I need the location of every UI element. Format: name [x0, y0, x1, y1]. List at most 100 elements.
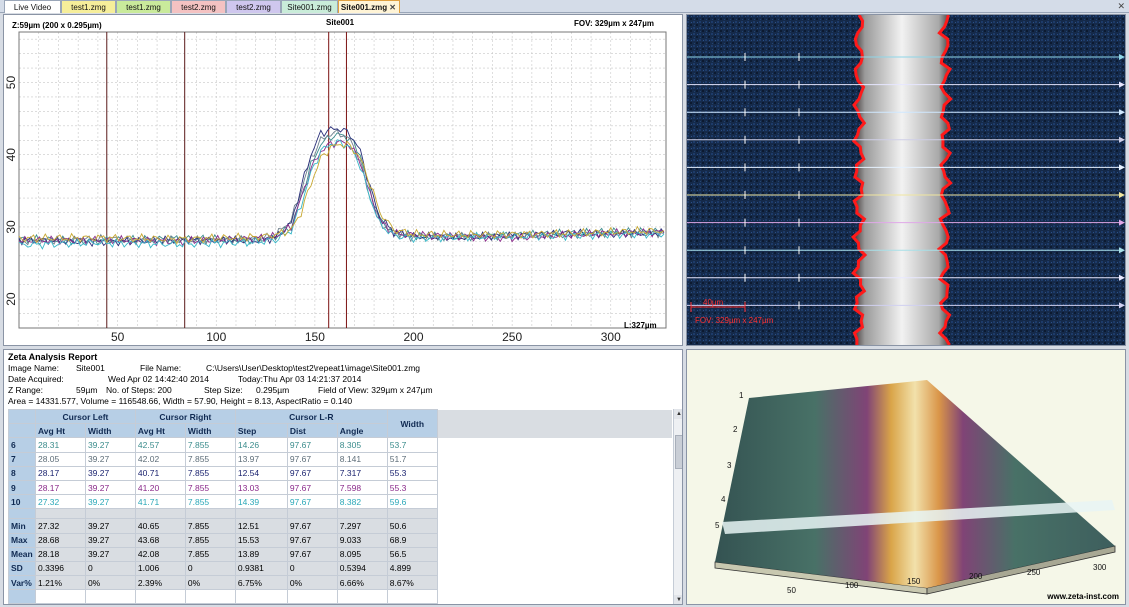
stats-row[interactable]: Var% 1.21% 0% 2.39% 0% 6.75% 0% 6.66% 8.67%	[8, 575, 673, 591]
tab-5[interactable]: Site001.zmg	[281, 0, 338, 13]
table-cell: 0%	[184, 575, 236, 591]
table-row[interactable]	[8, 508, 673, 520]
table-cell: 7.855	[184, 451, 236, 467]
table-cell: 8.67%	[386, 575, 438, 591]
image-name-label: Image Name:	[8, 363, 60, 373]
row-header	[8, 589, 36, 604]
table-cell: 56.5	[386, 546, 438, 562]
x-tick-label: 150	[305, 330, 325, 344]
table-cell: 27.32	[34, 494, 86, 510]
table-cell: 97.67	[286, 451, 338, 467]
tab-2[interactable]: test1.zmg	[116, 0, 171, 13]
table-row[interactable]: 7 28.05 39.27 42.02 7.855 13.97 97.67 8.141 51.7	[8, 451, 673, 467]
table-cell: 97.67	[286, 518, 338, 534]
table-cell: 9.033	[336, 532, 388, 548]
table-row[interactable]: 6 28.31 39.27 42.57 7.855 14.26 97.67 8.305 53.7	[8, 437, 673, 453]
table-cell: 12.54	[234, 465, 288, 481]
profile-chart[interactable]: 50 100 150 200 250 300 20 30 40 50	[4, 15, 683, 346]
stats-row[interactable]: Min 27.32 39.27 40.65 7.855 12.51 97.67 7.297 50…	[8, 518, 673, 534]
table-cell: 0.9381	[234, 560, 288, 577]
table-cell: 53.7	[386, 437, 438, 453]
profile-length: L:327µm	[624, 321, 657, 330]
table-row[interactable]	[8, 603, 673, 604]
stats-row[interactable]: Max 28.68 39.27 43.68 7.855 15.53 97.67 9.033 68…	[8, 532, 673, 548]
table-cell: 15.53	[234, 532, 288, 548]
table-cell: 7.855	[184, 532, 236, 548]
analysis-report-panel: Zeta Analysis Report Image Name: Site001…	[3, 349, 683, 605]
table-cell: 0.3396	[34, 560, 86, 577]
group-cursor-left: Cursor Left	[34, 409, 136, 425]
tab-0[interactable]: Live Video	[4, 0, 61, 13]
scroll-up-icon[interactable]: ▲	[674, 409, 682, 419]
table-cell: 7.855	[184, 518, 236, 534]
table-cell	[286, 603, 338, 604]
row-header: Mean	[8, 546, 36, 562]
table-row[interactable]: 10 27.32 39.27 41.71 7.855 14.39 97.67 8.382 59.…	[8, 494, 673, 510]
table-cell	[84, 508, 136, 520]
surface-image[interactable]	[687, 15, 1126, 346]
tab-1[interactable]: test1.zmg	[61, 0, 116, 13]
report-header: Zeta Analysis Report Image Name: Site001…	[8, 352, 668, 407]
table-cell: 59.6	[386, 494, 438, 510]
tab-close-icon[interactable]: ✕	[389, 1, 396, 13]
table-cell: 42.57	[134, 437, 186, 453]
scroll-down-icon[interactable]: ▼	[674, 595, 682, 604]
scrollbar-thumb[interactable]	[675, 435, 682, 469]
table-cell	[386, 589, 438, 604]
row-header: Var%	[8, 575, 36, 591]
table-cell	[134, 603, 186, 604]
tab-3[interactable]: test2.zmg	[171, 0, 226, 13]
table-cell: 7.317	[336, 465, 388, 481]
header-corner	[8, 409, 36, 425]
table-row[interactable]: 8 28.17 39.27 40.71 7.855 12.54 97.67 7.317 55.3	[8, 465, 673, 481]
row-header	[8, 508, 36, 520]
table-cell: 55.3	[386, 479, 438, 496]
table-cell: 0%	[286, 575, 338, 591]
tab-label: test2.zmg	[181, 3, 216, 12]
profile-series-6	[18, 140, 665, 245]
table-cell	[34, 603, 86, 604]
table-cell: 7.855	[184, 465, 236, 481]
profile-series-4	[18, 139, 665, 247]
table-cell: 28.05	[34, 451, 86, 467]
col-right-width: Width	[184, 423, 236, 439]
3d-surface-render[interactable]: 50 100 150 200 250 300 5 4 3 2 1	[687, 350, 1126, 605]
tab-6[interactable]: Site001.zmg ✕	[338, 0, 400, 13]
3d-x-tick-label: 100	[845, 581, 859, 590]
table-cell: 97.67	[286, 479, 338, 496]
row-header: SD	[8, 560, 36, 577]
image-view-panel[interactable]: 40µm FOV: 329µm x 247µm	[686, 14, 1126, 346]
stats-row[interactable]: SD 0.3396 0 1.006 0 0.9381 0 0.5394 4.899	[8, 560, 673, 577]
table-cell	[386, 508, 438, 520]
table-row[interactable]	[8, 589, 673, 604]
close-icon[interactable]: ✕	[1117, 0, 1125, 13]
table-cell: 40.65	[134, 518, 186, 534]
z-range-value: 59µm	[76, 385, 98, 395]
table-row[interactable]: 9 28.17 39.27 41.20 7.855 13.03 97.67 7.598 55.3	[8, 479, 673, 496]
table-cell: 0.5394	[336, 560, 388, 577]
table-cell: 13.97	[234, 451, 288, 467]
table-cell: 7.297	[336, 518, 388, 534]
table-cell: 41.20	[134, 479, 186, 496]
report-scrollbar[interactable]: ▲ ▼	[673, 409, 682, 604]
table-cell: 43.68	[134, 532, 186, 548]
table-cell: 8.095	[336, 546, 388, 562]
profile-series-1	[18, 132, 664, 246]
table-cell: 50.6	[386, 518, 438, 534]
3d-view-panel[interactable]: 50 100 150 200 250 300 5 4 3 2 1 www.zeta-inst.com	[686, 349, 1126, 605]
tab-label: Site001.zmg	[340, 3, 388, 12]
3d-z-tick-label: 4	[721, 495, 726, 504]
col-right-avg-ht: Avg Ht	[134, 423, 186, 439]
tab-label: Site001.zmg	[287, 3, 332, 12]
table-cell	[336, 508, 388, 520]
tab-4[interactable]: test2.zmg	[226, 0, 281, 13]
x-tick-label: 50	[111, 330, 125, 344]
table-cell	[134, 508, 186, 520]
x-tick-label: 100	[206, 330, 226, 344]
plot-frame	[18, 31, 667, 329]
table-cell: 28.17	[34, 465, 86, 481]
table-cell: 39.27	[84, 465, 136, 481]
table-cell	[286, 589, 338, 604]
stats-row[interactable]: Mean 28.18 39.27 42.08 7.855 13.89 97.67 8.095 5…	[8, 546, 673, 562]
table-cell: 0	[184, 560, 236, 577]
